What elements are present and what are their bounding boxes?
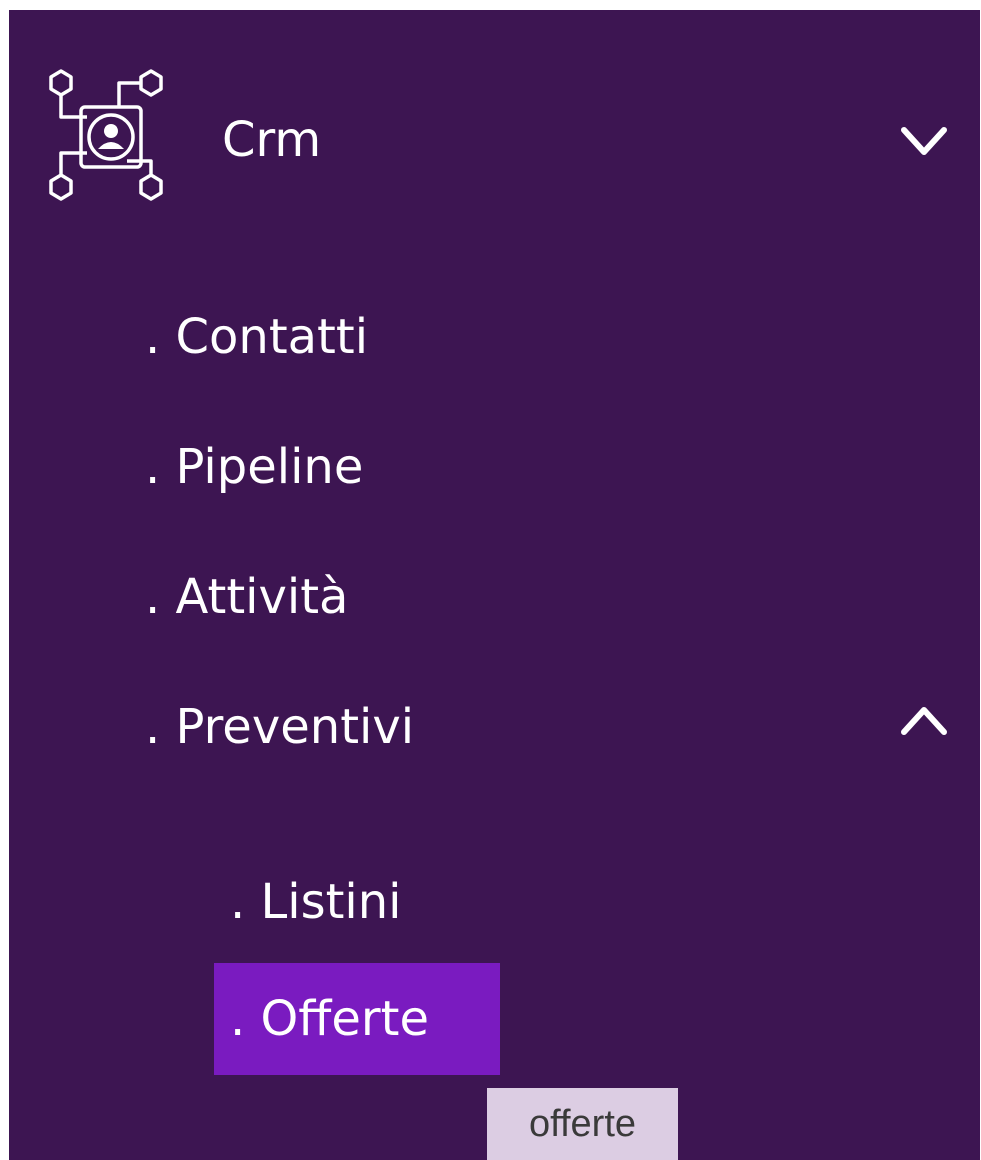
nav-item-preventivi[interactable]: . Preventivi [145, 695, 414, 759]
nav-item-pipeline[interactable]: . Pipeline [145, 435, 363, 499]
nav-item-contatti[interactable]: . Contatti [145, 305, 368, 369]
sidebar-nav: Crm . Contatti . Pipeline . Attività . P… [9, 10, 980, 1160]
chevron-down-icon[interactable] [894, 122, 954, 162]
nav-subitem-offerte-label: . Offerte [230, 991, 429, 1047]
nav-item-attivita[interactable]: . Attività [145, 565, 348, 629]
chevron-up-icon[interactable] [894, 702, 954, 742]
nav-subitem-listini[interactable]: . Listini [230, 870, 402, 934]
nav-subitem-offerte-active[interactable]: . Offerte [214, 963, 500, 1075]
crm-network-icon [49, 69, 163, 201]
section-label-crm: Crm [222, 112, 322, 168]
tooltip: offerte [487, 1088, 678, 1160]
